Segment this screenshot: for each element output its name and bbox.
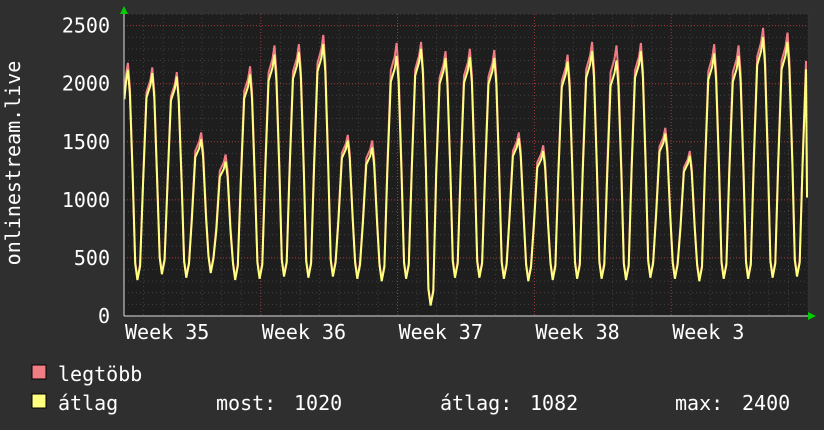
stat-avg-value: 1082 [530,391,578,415]
y-tick-label: 500 [74,246,110,270]
y-tick-label: 2500 [62,14,110,38]
y-tick-label: 1500 [62,130,110,154]
stat-now-label: most: [216,391,276,415]
x-tick-label: Week 36 [262,320,346,344]
y-axis-arrow-icon [120,6,128,14]
stat-max-value: 2400 [742,391,790,415]
stat-now-value: 1020 [294,391,342,415]
y-tick-label: 1000 [62,188,110,212]
stat-avg-label: átlag: [440,391,512,415]
legend-label-atlag: átlag [58,391,118,415]
legend-swatch-legtobb [31,364,47,380]
x-tick-label: Week 35 [125,320,209,344]
line-chart: 05001000150020002500 Week 35 Week 36 Week … [1,6,816,415]
x-tick-label: Week 38 [535,320,619,344]
x-tick-label: Week 3 [672,320,744,344]
stat-max-label: max: [675,391,723,415]
x-axis-arrow-icon [808,312,816,320]
legend-swatch-atlag [31,393,47,409]
y-axis-label: onlinestream.live [1,61,25,266]
x-tick-label: Week 37 [399,320,483,344]
legend-label-legtobb: legtöbb [58,362,142,386]
x-axis-ticks: Week 35 Week 36 Week 37 Week 38 Week 3 [125,320,744,344]
y-axis-ticks: 0 500 1000 1500 2000 2500 [62,14,110,328]
y-tick-label: 0 [98,304,110,328]
y-tick-label: 2000 [62,72,110,96]
